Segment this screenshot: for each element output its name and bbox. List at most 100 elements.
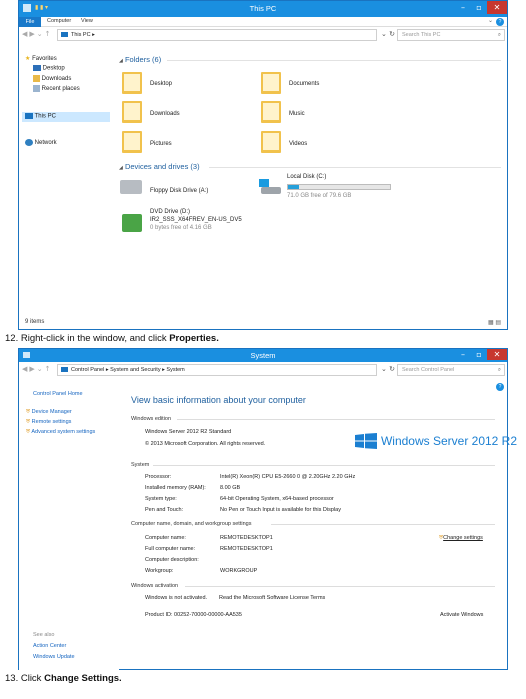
license-terms-link[interactable]: Read the Microsoft Software License Term… [219,595,325,601]
local-disk-usage-bar [287,184,391,190]
system-search-input[interactable]: Search Control Panel ⌕ [397,364,505,376]
action-center-link[interactable]: Action Center [33,643,66,649]
maximize-button[interactable]: ▫ [471,1,487,14]
tab-view[interactable]: View [81,18,93,24]
computer-name-label: Computer name: [145,535,186,541]
workgroup-label: Workgroup: [145,568,174,574]
view-toggle-icons[interactable]: ▦ ▤ [488,319,501,326]
system-address-text: Control Panel ▸ System and Security ▸ Sy… [71,367,185,373]
local-disk-icon[interactable] [259,179,281,195]
documents-folder-icon[interactable] [261,72,281,94]
memory-label: Installed memory (RAM): [145,485,206,491]
recent-places-icon [33,85,40,92]
system-nav-arrows[interactable]: ◀▶⌄↑ [22,365,53,373]
desktop-folder-icon[interactable] [122,72,142,94]
folders-divider [167,60,501,61]
minimize-button[interactable]: – [455,1,471,14]
search-input[interactable]: Search This PC ⌕ [397,29,505,41]
step-12-bold: Properties. [169,333,219,344]
system-close-button[interactable]: ✕ [487,349,507,360]
floppy-drive-icon[interactable] [120,180,142,194]
nav-arrows[interactable]: ◀▶⌄↑ [22,30,53,38]
shield-icon: ⛨ [26,419,31,425]
activation-divider [185,586,495,587]
dvd-drive-volume: IR2_SSS_X64FREV_EN-US_DV5 [150,217,242,223]
local-disk-label[interactable]: Local Disk (C:) [287,174,326,180]
ribbon-expand-icon[interactable]: ⌄ [488,17,493,24]
activation-status: Windows is not activated. [145,595,208,601]
step-13-text: 13. Click [5,673,45,684]
nav-favorites[interactable]: ★ Favorites [25,55,57,62]
processor-value: Intel(R) Xeon(R) CPU E5-2660 0 @ 2.20GHz… [220,474,356,480]
system-minimize-button[interactable]: – [455,349,471,360]
refresh-icon[interactable]: ⌄ ↻ [381,30,395,38]
windows-server-logo-text: Windows Server 2012 R2 [380,434,518,448]
computer-icon [61,32,68,38]
music-folder-icon[interactable] [261,101,281,123]
folder-downloads[interactable]: Downloads [150,111,180,117]
nav-recent[interactable]: Recent places [33,85,80,92]
system-titlebar: System – ▫ ✕ [19,349,507,362]
search-icon: ⌕ [497,367,501,373]
dvd-drive-icon[interactable] [122,214,142,232]
device-manager-link[interactable]: ⛨ Device Manager [26,409,72,416]
step-13: 13. Click Change Settings. [5,673,122,684]
pictures-folder-icon[interactable] [122,131,142,153]
system-type-label: System type: [145,496,177,502]
nav-desktop-label: Desktop [42,65,65,72]
help-icon[interactable]: ? [496,18,504,26]
folder-videos[interactable]: Videos [289,141,307,147]
nav-downloads[interactable]: Downloads [33,75,71,82]
full-name-label: Full computer name: [145,546,196,552]
system-window: System – ▫ ✕ ◀▶⌄↑ Control Panel ▸ System… [18,348,517,670]
nav-network[interactable]: Network [25,139,57,146]
edition-divider [177,419,495,420]
change-settings-link[interactable]: ⛨Change settings [439,535,483,542]
system-maximize-button[interactable]: ▫ [471,349,487,360]
folder-documents[interactable]: Documents [289,81,319,87]
system-help-icon[interactable]: ? [496,383,504,391]
windows-update-link[interactable]: Windows Update [33,654,75,660]
computer-icon [25,113,33,119]
nav-desktop[interactable]: Desktop [33,65,65,72]
nav-thispc[interactable]: This PC [22,112,110,122]
remote-settings-link[interactable]: ⛨ Remote settings [26,419,71,426]
devices-header[interactable]: ◢ Devices and drives (3) [119,162,200,171]
system-type-value: 64-bit Operating System, x64-based proce… [220,496,334,502]
advanced-settings-link[interactable]: ⛨ Advanced system settings [26,429,95,436]
tab-file[interactable]: File [19,17,41,27]
floppy-drive-label[interactable]: Floppy Disk Drive (A:) [150,188,208,194]
folder-desktop[interactable]: Desktop [150,81,172,87]
folders-header[interactable]: ◢ Folders (6) [119,55,161,64]
step-12-text: 12. Right-click in the window, and click [5,333,170,344]
downloads-folder-icon[interactable] [122,101,142,123]
ribbon: File Computer View ? ⌄ [19,17,507,27]
system-refresh-icon[interactable]: ⌄ ↻ [381,365,395,373]
change-settings-label: Change settings [443,535,483,541]
folder-pictures[interactable]: Pictures [150,141,172,147]
hdd-shape [261,187,281,194]
product-id: Product ID: 00252-70000-00000-AA535 [145,612,242,618]
activate-windows-link[interactable]: Activate Windows [440,612,483,618]
control-panel-home-link[interactable]: Control Panel Home [33,391,83,397]
dvd-drive-name[interactable]: DVD Drive (D:) [150,209,190,215]
folder-music[interactable]: Music [289,111,305,117]
collapse-icon: ◢ [119,165,123,171]
tab-computer[interactable]: Computer [47,18,71,24]
computer-name-header: Computer name, domain, and workgroup set… [131,521,252,527]
dvd-drive-free: 0 bytes free of 4.16 GB [150,225,212,231]
devices-divider [209,167,501,168]
computer-icon [61,367,68,373]
see-also-label: See also [33,632,55,638]
step-12: 12. Right-click in the window, and click… [5,333,219,344]
close-button[interactable]: ✕ [487,1,507,14]
address-bar[interactable]: This PC ▸ [57,29,377,41]
device-manager-label: Device Manager [31,409,72,415]
computer-name-divider [271,524,495,525]
desktop-icon [33,65,41,71]
system-title: System [250,351,276,360]
system-address-bar[interactable]: Control Panel ▸ System and Security ▸ Sy… [57,364,377,376]
videos-folder-icon[interactable] [261,131,281,153]
full-name-value: REMOTEDESKTOP1 [220,546,273,552]
network-icon [25,139,33,146]
